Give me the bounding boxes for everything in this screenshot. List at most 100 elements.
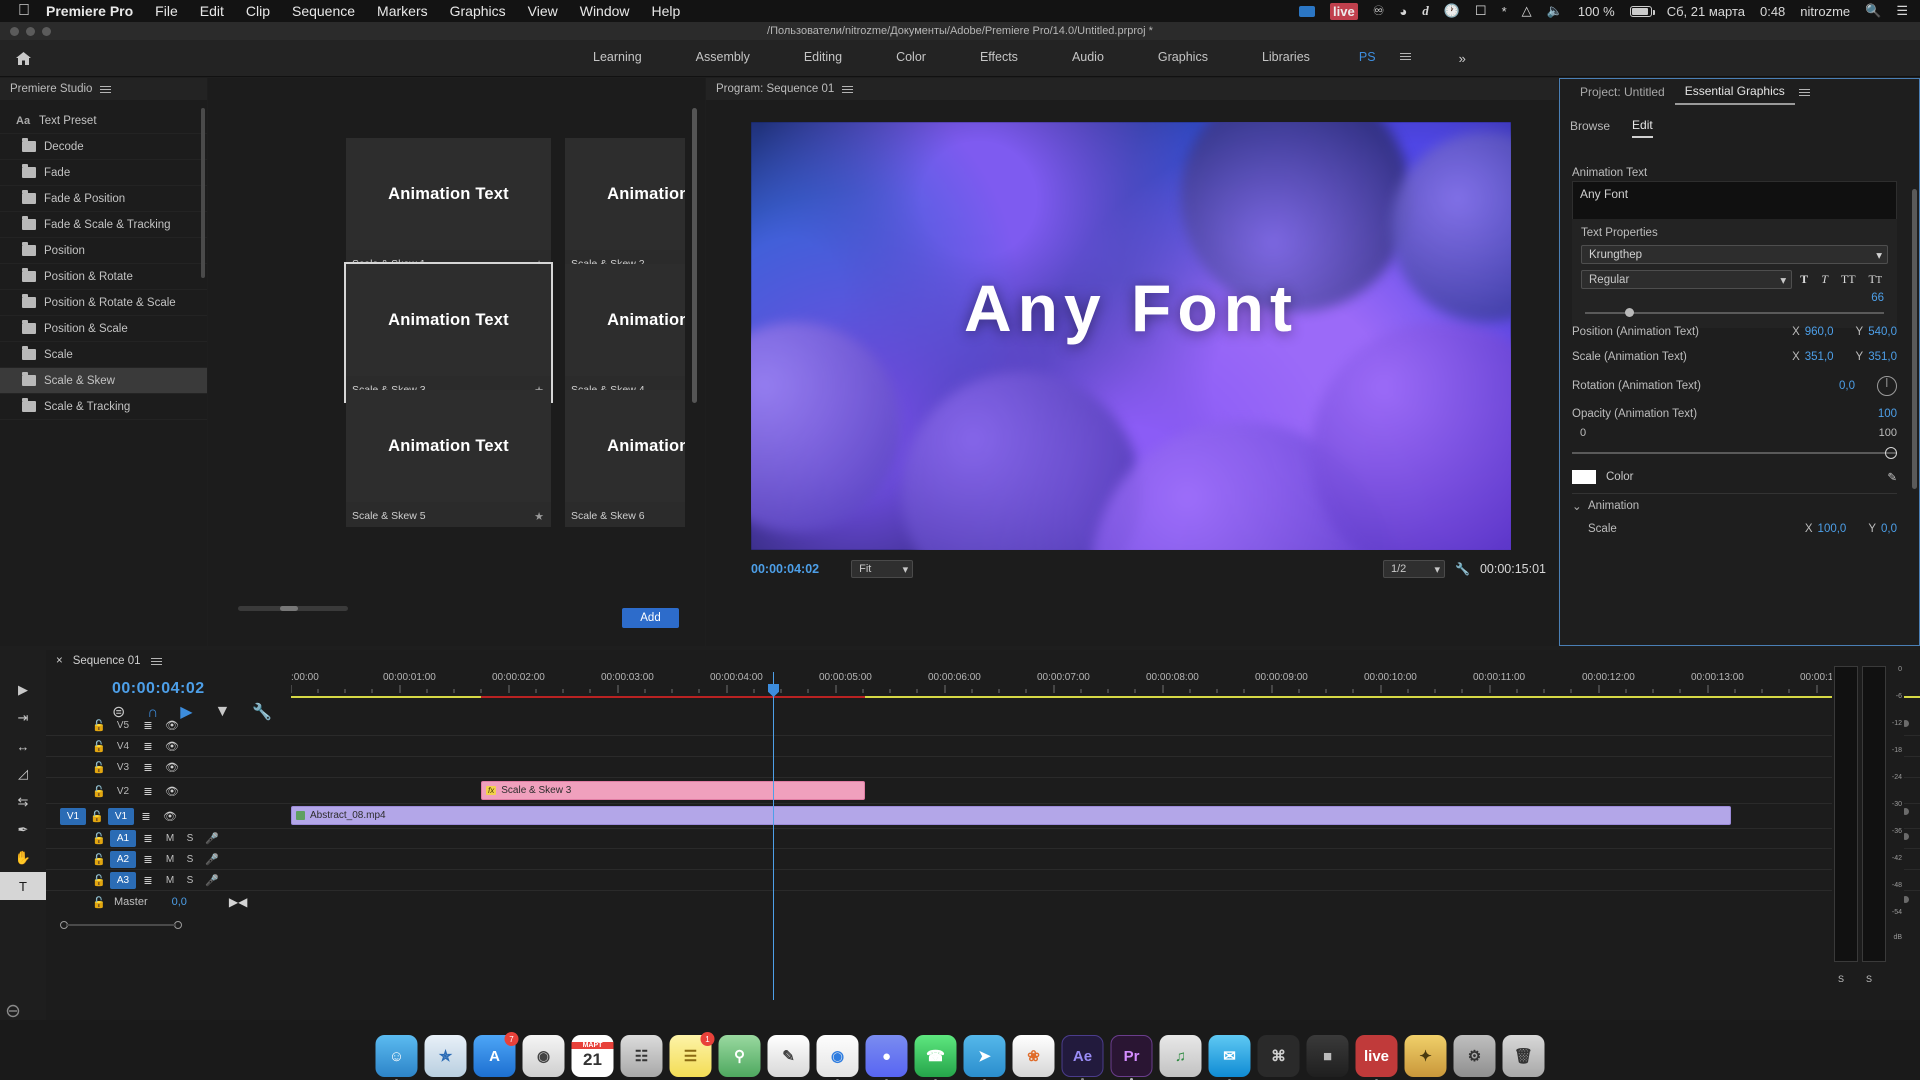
live-icon[interactable]: live xyxy=(1330,2,1358,20)
lock-icon[interactable]: 🔓 xyxy=(88,874,110,887)
track-select-forward-tool[interactable]: ⇥ xyxy=(0,704,46,732)
timeline-clip-scale-skew-3[interactable]: fx Scale & Skew 3 xyxy=(481,781,865,800)
preset-star-icon[interactable]: ★ xyxy=(534,510,544,523)
source-patch-v1[interactable]: V1 xyxy=(60,807,86,825)
track-body-v1[interactable]: Abstract_08.mp4 xyxy=(291,804,1920,828)
track-body-v2[interactable]: fx Scale & Skew 3 xyxy=(291,779,1920,803)
creative-cloud-icon[interactable]: ♾ xyxy=(1373,3,1385,19)
rotation-value[interactable]: 0,0 xyxy=(1839,380,1855,392)
font-size-value[interactable]: 66 xyxy=(1581,292,1888,304)
sync-lock-icon[interactable]: ≣ xyxy=(136,853,160,866)
dock-maps-icon[interactable]: ⚲ xyxy=(718,1035,761,1077)
time-machine-icon[interactable]: 🕐 xyxy=(1444,3,1460,19)
position-y-value[interactable]: 540,0 xyxy=(1868,326,1897,338)
tab-ps[interactable]: PS xyxy=(1337,40,1388,77)
sequence-tab-label[interactable]: Sequence 01 xyxy=(73,655,141,667)
eye-icon[interactable]: 👁 xyxy=(160,785,184,798)
dock-calculator-icon[interactable]: ☷ xyxy=(620,1035,663,1077)
master-value[interactable]: 0,0 xyxy=(172,896,187,908)
menu-view[interactable]: View xyxy=(528,3,558,19)
hand-tool[interactable]: ✋ xyxy=(0,844,46,872)
preset-card-4[interactable]: Animation Text Scale & Skew 4 ★ xyxy=(565,264,685,401)
dock-appstore-icon[interactable]: A7 xyxy=(473,1032,519,1077)
folder-position-rotate[interactable]: Position & Rotate xyxy=(0,264,207,290)
anim-scale-x-value[interactable]: 100,0 xyxy=(1818,523,1847,535)
browser-scrollbar[interactable] xyxy=(692,108,697,403)
anim-scale-y-value[interactable]: 0,0 xyxy=(1881,523,1897,535)
track-label-a1[interactable]: A1 xyxy=(110,830,136,847)
track-label-v3[interactable]: V3 xyxy=(110,762,136,773)
color-swatch[interactable] xyxy=(1572,470,1596,484)
dock-gimp-icon[interactable]: ✦ xyxy=(1404,1035,1447,1077)
track-label-a2[interactable]: A2 xyxy=(110,851,136,868)
dock-settings-icon[interactable]: ⚙ xyxy=(1453,1035,1496,1077)
audio-icon[interactable]: ◕ xyxy=(1399,4,1407,19)
scale-y-value[interactable]: 351,0 xyxy=(1868,351,1897,363)
folder-decode[interactable]: Decode xyxy=(0,134,207,160)
tab-color[interactable]: Color xyxy=(869,40,953,77)
volume-icon[interactable]: 🔈 xyxy=(1547,3,1563,19)
menu-sequence[interactable]: Sequence xyxy=(292,3,355,19)
tab-essential-graphics[interactable]: Essential Graphics xyxy=(1674,79,1795,105)
dock-whatsapp-icon[interactable]: ☎ xyxy=(914,1035,957,1080)
folder-position[interactable]: Position xyxy=(0,238,207,264)
tab-graphics[interactable]: Graphics xyxy=(1131,40,1235,77)
dock-after-effects-icon[interactable]: Ae xyxy=(1061,1035,1104,1080)
program-panel-menu-icon[interactable] xyxy=(842,84,854,95)
menu-graphics[interactable]: Graphics xyxy=(450,3,506,19)
mute-button-a2[interactable]: M xyxy=(160,854,180,865)
italic-icon[interactable]: T xyxy=(1821,272,1828,287)
type-tool[interactable]: T xyxy=(0,872,46,900)
sync-lock-icon[interactable]: ≣ xyxy=(136,761,160,774)
eye-icon[interactable]: 👁 xyxy=(160,740,184,753)
spotlight-icon[interactable]: 🔍 xyxy=(1865,3,1881,19)
microphone-icon[interactable]: 🎤 xyxy=(200,832,224,845)
sync-lock-icon[interactable]: ≣ xyxy=(134,810,158,823)
menu-app-name[interactable]: Premiere Pro xyxy=(46,3,133,19)
pen-tool[interactable]: ✒ xyxy=(0,816,46,844)
mute-button-a1[interactable]: M xyxy=(160,833,180,844)
airplay-icon[interactable]: ☐ xyxy=(1475,3,1487,19)
track-body-a1[interactable] xyxy=(291,829,1920,848)
tree-root-text-preset[interactable]: Aa Text Preset xyxy=(0,108,207,134)
dock-spotify-icon[interactable]: ♫ xyxy=(1159,1035,1202,1077)
browser-hscrollbar[interactable] xyxy=(238,606,348,611)
mute-button-a3[interactable]: M xyxy=(160,875,180,886)
dock-finder-icon[interactable]: ☺ xyxy=(375,1035,418,1080)
font-family-dropdown[interactable]: Krungthep ▾ xyxy=(1581,245,1888,264)
sync-lock-icon[interactable]: ≣ xyxy=(136,874,160,887)
subtab-edit[interactable]: Edit xyxy=(1632,118,1653,138)
solo-button-a1[interactable]: S xyxy=(180,833,200,844)
dock-notes-icon[interactable]: ☰ 1 xyxy=(669,1032,715,1077)
eg-scrollbar[interactable] xyxy=(1912,189,1917,489)
preset-card-6[interactable]: Animation Text Scale & Skew 6 ★ xyxy=(565,390,685,527)
all-caps-icon[interactable]: TT xyxy=(1841,272,1856,287)
lock-icon[interactable]: 🔓 xyxy=(88,761,110,774)
preset-card-2[interactable]: Animation Text Scale & Skew 2 ★ xyxy=(565,138,685,275)
timeline-playhead[interactable] xyxy=(768,672,779,1000)
position-x-value[interactable]: 960,0 xyxy=(1805,326,1834,338)
folder-position-rotate-scale[interactable]: Position & Rotate & Scale xyxy=(0,290,207,316)
dock-calendar-icon[interactable]: MAPT 21 xyxy=(571,1035,614,1077)
presets-panel-menu-icon[interactable] xyxy=(100,84,112,95)
solo-button-a3[interactable]: S xyxy=(180,875,200,886)
eye-icon[interactable]: 👁 xyxy=(160,761,184,774)
close-icon[interactable]: × xyxy=(56,655,63,667)
workspace-menu-icon[interactable] xyxy=(1388,49,1423,67)
wifi-icon[interactable]: △ xyxy=(1522,3,1532,19)
menu-window[interactable]: Window xyxy=(580,3,630,19)
track-body-v4[interactable] xyxy=(291,737,1920,756)
menubar-user[interactable]: nitrozme xyxy=(1800,4,1850,19)
dock-telegram-icon[interactable]: ➤ xyxy=(963,1035,1006,1080)
master-meter-icon[interactable]: ▶◀ xyxy=(229,895,247,909)
folder-scale-tracking[interactable]: Scale & Tracking xyxy=(0,394,207,420)
tab-audio[interactable]: Audio xyxy=(1045,40,1131,77)
dock-preview-icon[interactable]: ✎ xyxy=(767,1035,810,1077)
track-body-v5[interactable] xyxy=(291,716,1920,735)
track-body-a3[interactable] xyxy=(291,871,1920,890)
opacity-slider[interactable] xyxy=(1572,446,1897,460)
eye-icon[interactable]: 👁 xyxy=(160,719,184,732)
folder-scale-skew[interactable]: Scale & Skew xyxy=(0,368,207,394)
lock-icon[interactable]: 🔓 xyxy=(88,785,110,798)
microphone-icon[interactable]: 🎤 xyxy=(200,874,224,887)
